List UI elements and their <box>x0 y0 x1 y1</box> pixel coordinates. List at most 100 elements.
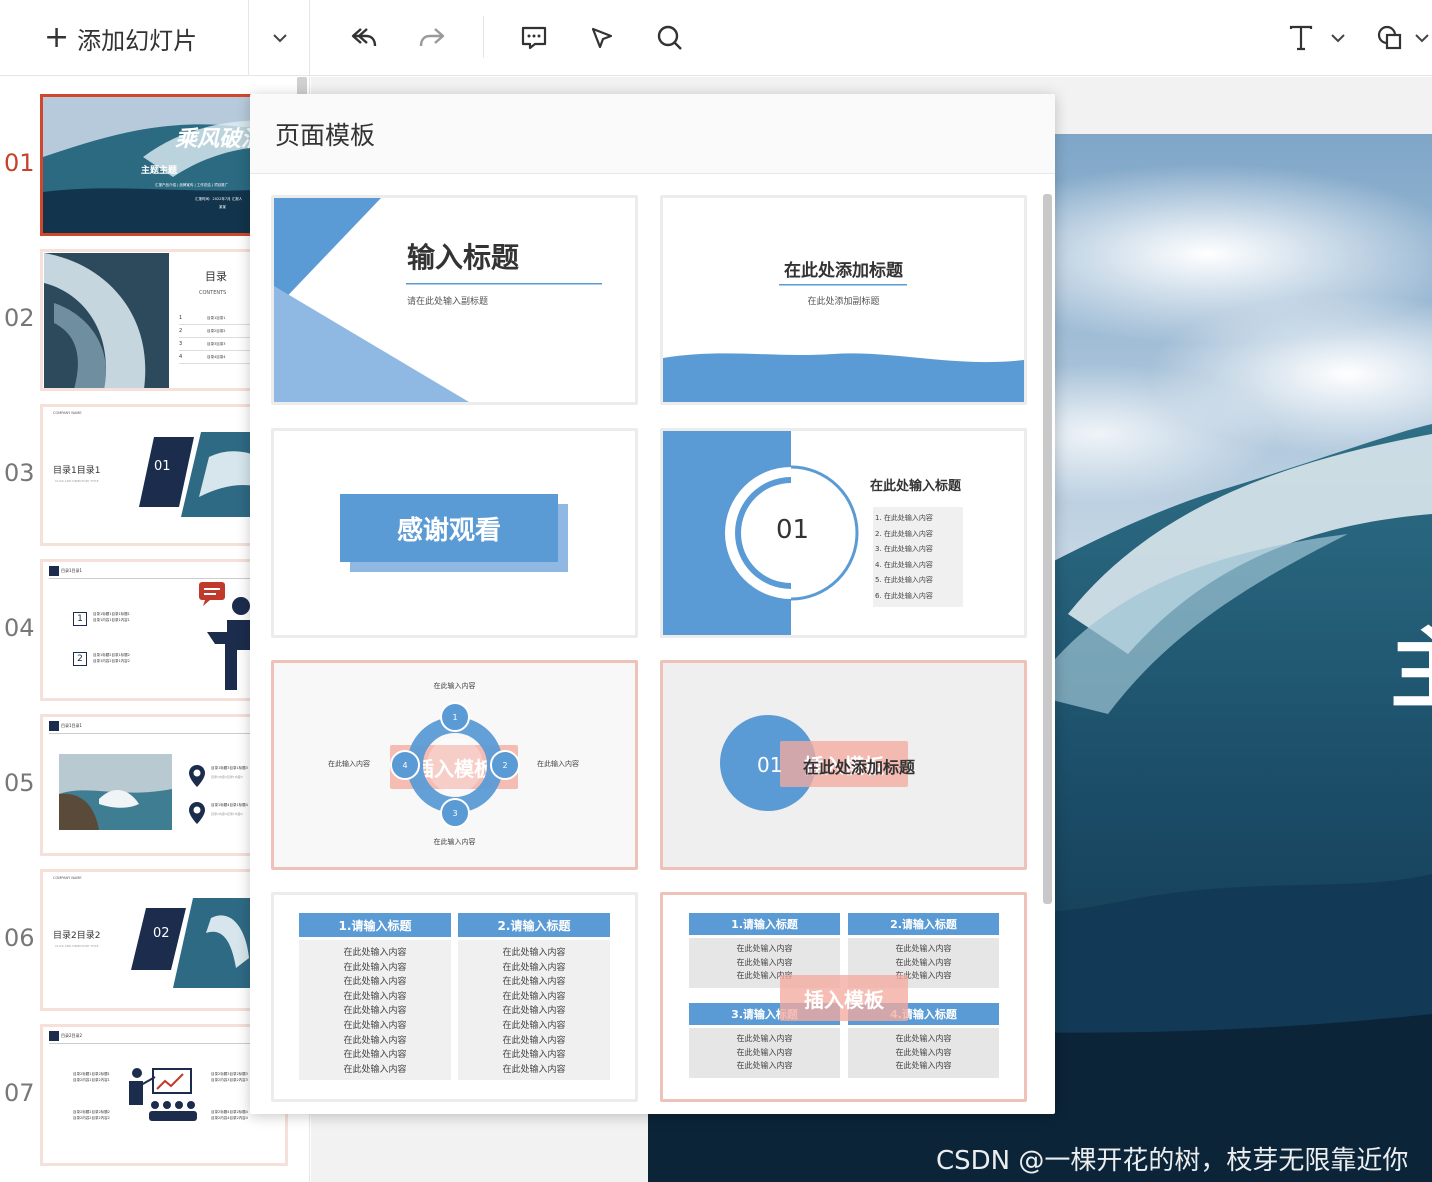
template-card[interactable]: 在此处添加标题 在此处添加副标题 <box>660 195 1027 405</box>
cycle-node: 4 <box>390 750 420 780</box>
template-card[interactable]: 01 在此处输入标题 1. 在此处输入内容 2. 在此处输入内容 3. 在此处输入内… <box>660 428 1027 638</box>
row-number: 2 <box>73 652 87 666</box>
coast-photo <box>59 754 172 830</box>
comment-button[interactable] <box>514 18 554 58</box>
cycle-node: 2 <box>490 750 520 780</box>
slide-number: 02 <box>4 304 35 332</box>
select-tool-button[interactable] <box>582 18 622 58</box>
search-button[interactable] <box>650 18 690 58</box>
add-slide-label: 添加幻灯片 <box>77 26 198 55</box>
right-column: 目录2标题3目录2标题3 目录2内容3目录2内容3 目录2标题4目录2标题4 目录2… <box>211 1072 248 1120</box>
section-subtitle: CLICK ADD DIRECTORY TITLE <box>55 479 99 483</box>
cycle-label-left: 在此输入内容 <box>328 760 370 768</box>
quadrant-header: 2.请输入标题 <box>848 913 999 935</box>
row-content: 目录1内容3目录1内容3 <box>211 775 243 779</box>
popup-title: 页面模板 <box>250 94 1055 174</box>
template-popup: 页面模板 输入标题 请在此处输入副标题 在此处添加标题 在此处添加副标题 感谢观… <box>250 94 1055 1114</box>
shape-tool-button[interactable] <box>1370 18 1410 58</box>
template-title: 在此处添加标题 <box>784 261 903 281</box>
popup-scrollbar[interactable] <box>1043 194 1052 904</box>
template-card[interactable]: 输入标题 请在此处输入副标题 <box>271 195 638 405</box>
shape-tool-dropdown[interactable] <box>1412 18 1432 58</box>
template-card[interactable]: 插入模板 01 在此处添加标题 <box>660 660 1027 870</box>
speaker-icon <box>199 582 255 690</box>
slide-number: 03 <box>4 459 35 487</box>
template-card[interactable]: 感谢观看 <box>271 428 638 638</box>
template-subtitle: 请在此处输入副标题 <box>407 297 489 307</box>
slide-number: 04 <box>4 614 35 642</box>
redo-icon <box>419 28 445 47</box>
section-graphic <box>139 432 259 517</box>
undo-button[interactable] <box>344 18 384 58</box>
add-slide-button[interactable]: + 添加幻灯片 <box>0 0 249 76</box>
template-list: 1. 在此处输入内容 2. 在此处输入内容 3. 在此处输入内容 4. 在此处输入内容… <box>875 514 933 600</box>
column-header: 2.请输入标题 <box>458 913 610 937</box>
row-title: 目录1标题4目录1标题4 <box>211 803 248 807</box>
row-title: 目录1标题1目录1标题1 <box>93 612 130 616</box>
template-title: 输入标题 <box>407 241 520 274</box>
slide-header: 目录1目录1 <box>61 723 83 728</box>
template-card[interactable]: 1.请输入标题 2.请输入标题 在此处输入内容 在此处输入内容 在此处输入内容 在此… <box>660 892 1027 1102</box>
comment-icon <box>521 26 547 50</box>
cycle-label-bottom: 在此输入内容 <box>433 838 476 846</box>
slide-header: 目录2目录2 <box>61 1033 83 1038</box>
location-pin-icon <box>189 765 205 787</box>
slide-number: 07 <box>4 1079 35 1107</box>
chevron-down-icon <box>272 34 287 43</box>
row-title: 目录1标题3目录1标题3 <box>211 766 248 770</box>
section-subtitle: CLICK ADD DIRECTORY TITLE <box>55 944 99 948</box>
template-subtitle: 在此处添加副标题 <box>807 297 880 307</box>
pointer-icon <box>591 27 613 49</box>
section-title: 目录2目录2 <box>53 931 101 941</box>
template-title: 感谢观看 <box>340 494 558 562</box>
cycle-node: 1 <box>440 702 470 732</box>
slide-number: 01 <box>4 149 35 177</box>
slide-number: 05 <box>4 769 35 797</box>
location-pin-icon <box>189 802 205 824</box>
slide-date: 汇报时间：2022年7月 汇报人 <box>195 197 243 201</box>
slide-header: 目录1目录1 <box>61 568 83 573</box>
cycle-label-right: 在此输入内容 <box>537 760 579 768</box>
row-number: 1 <box>73 612 87 626</box>
template-number: 01 <box>776 515 810 545</box>
redo-button[interactable] <box>412 18 452 58</box>
section-badge: 02 <box>153 926 170 941</box>
row-content: 目录1内容2目录1内容2 <box>93 659 130 663</box>
quadrant-header: 1.请输入标题 <box>689 913 840 935</box>
slide-extra: 某某 <box>219 205 226 209</box>
row-content: 目录1内容4目录1内容4 <box>211 812 243 816</box>
row-title: 目录1标题2目录1标题2 <box>93 653 130 657</box>
slide-number: 06 <box>4 924 35 952</box>
template-graphic <box>663 431 963 635</box>
toolbar-divider <box>483 16 484 58</box>
chevron-down-icon <box>1331 34 1345 43</box>
company-name: COMPANY NAME <box>53 876 82 880</box>
insert-template-overlay[interactable]: 插入模板 <box>780 975 908 1021</box>
undo-icon <box>351 28 377 47</box>
text-tool-dropdown[interactable] <box>1320 18 1356 58</box>
chevron-down-icon <box>1415 34 1429 43</box>
template-title: 在此处添加标题 <box>803 758 916 777</box>
header-marker <box>49 721 59 731</box>
template-card[interactable]: 插入模板 1 2 3 4 在此输入内容 在此输入内容 在此输入内容 在此输入内容 <box>271 660 638 870</box>
presentation-icon <box>129 1068 197 1121</box>
column-body: 在此处输入内容 在此处输入内容 在此处输入内容 在此处输入内容 在此处输入内容 在此处输入… <box>458 940 610 1080</box>
column-body: 在此处输入内容 在此处输入内容 在此处输入内容 在此处输入内容 在此处输入内容 在此处输入… <box>299 940 451 1080</box>
cycle-node: 3 <box>440 798 470 828</box>
slide-title: 主题主题 <box>141 166 178 176</box>
left-column: 目录2标题1目录2标题1 目录2内容1目录2内容1 目录2标题2目录2标题2 目录2… <box>73 1072 110 1120</box>
add-slide-dropdown-button[interactable] <box>250 0 310 76</box>
wave-photo <box>44 253 169 388</box>
template-number: 01 <box>757 753 783 777</box>
toolbar: + 添加幻灯片 <box>0 0 1432 76</box>
search-icon <box>657 25 682 50</box>
text-icon <box>1289 25 1313 51</box>
slide-title-fragment[interactable]: 主 <box>1390 626 1432 714</box>
template-card[interactable]: 1.请输入标题 2.请输入标题 在此处输入内容 在此处输入内容 在此处输入内容 在此处… <box>271 892 638 1102</box>
section-badge: 01 <box>154 459 171 474</box>
cycle-label-top: 在此输入内容 <box>433 682 476 690</box>
slide-subtitle: 汇报产品介绍 | 品牌宣传 | 工作总结 | 项目推广 <box>155 183 229 187</box>
quadrant-body: 在此处输入内容 在此处输入内容 在此处输入内容 <box>848 1028 999 1078</box>
shape-icon <box>1377 25 1402 50</box>
text-tool-button[interactable] <box>1281 18 1321 58</box>
